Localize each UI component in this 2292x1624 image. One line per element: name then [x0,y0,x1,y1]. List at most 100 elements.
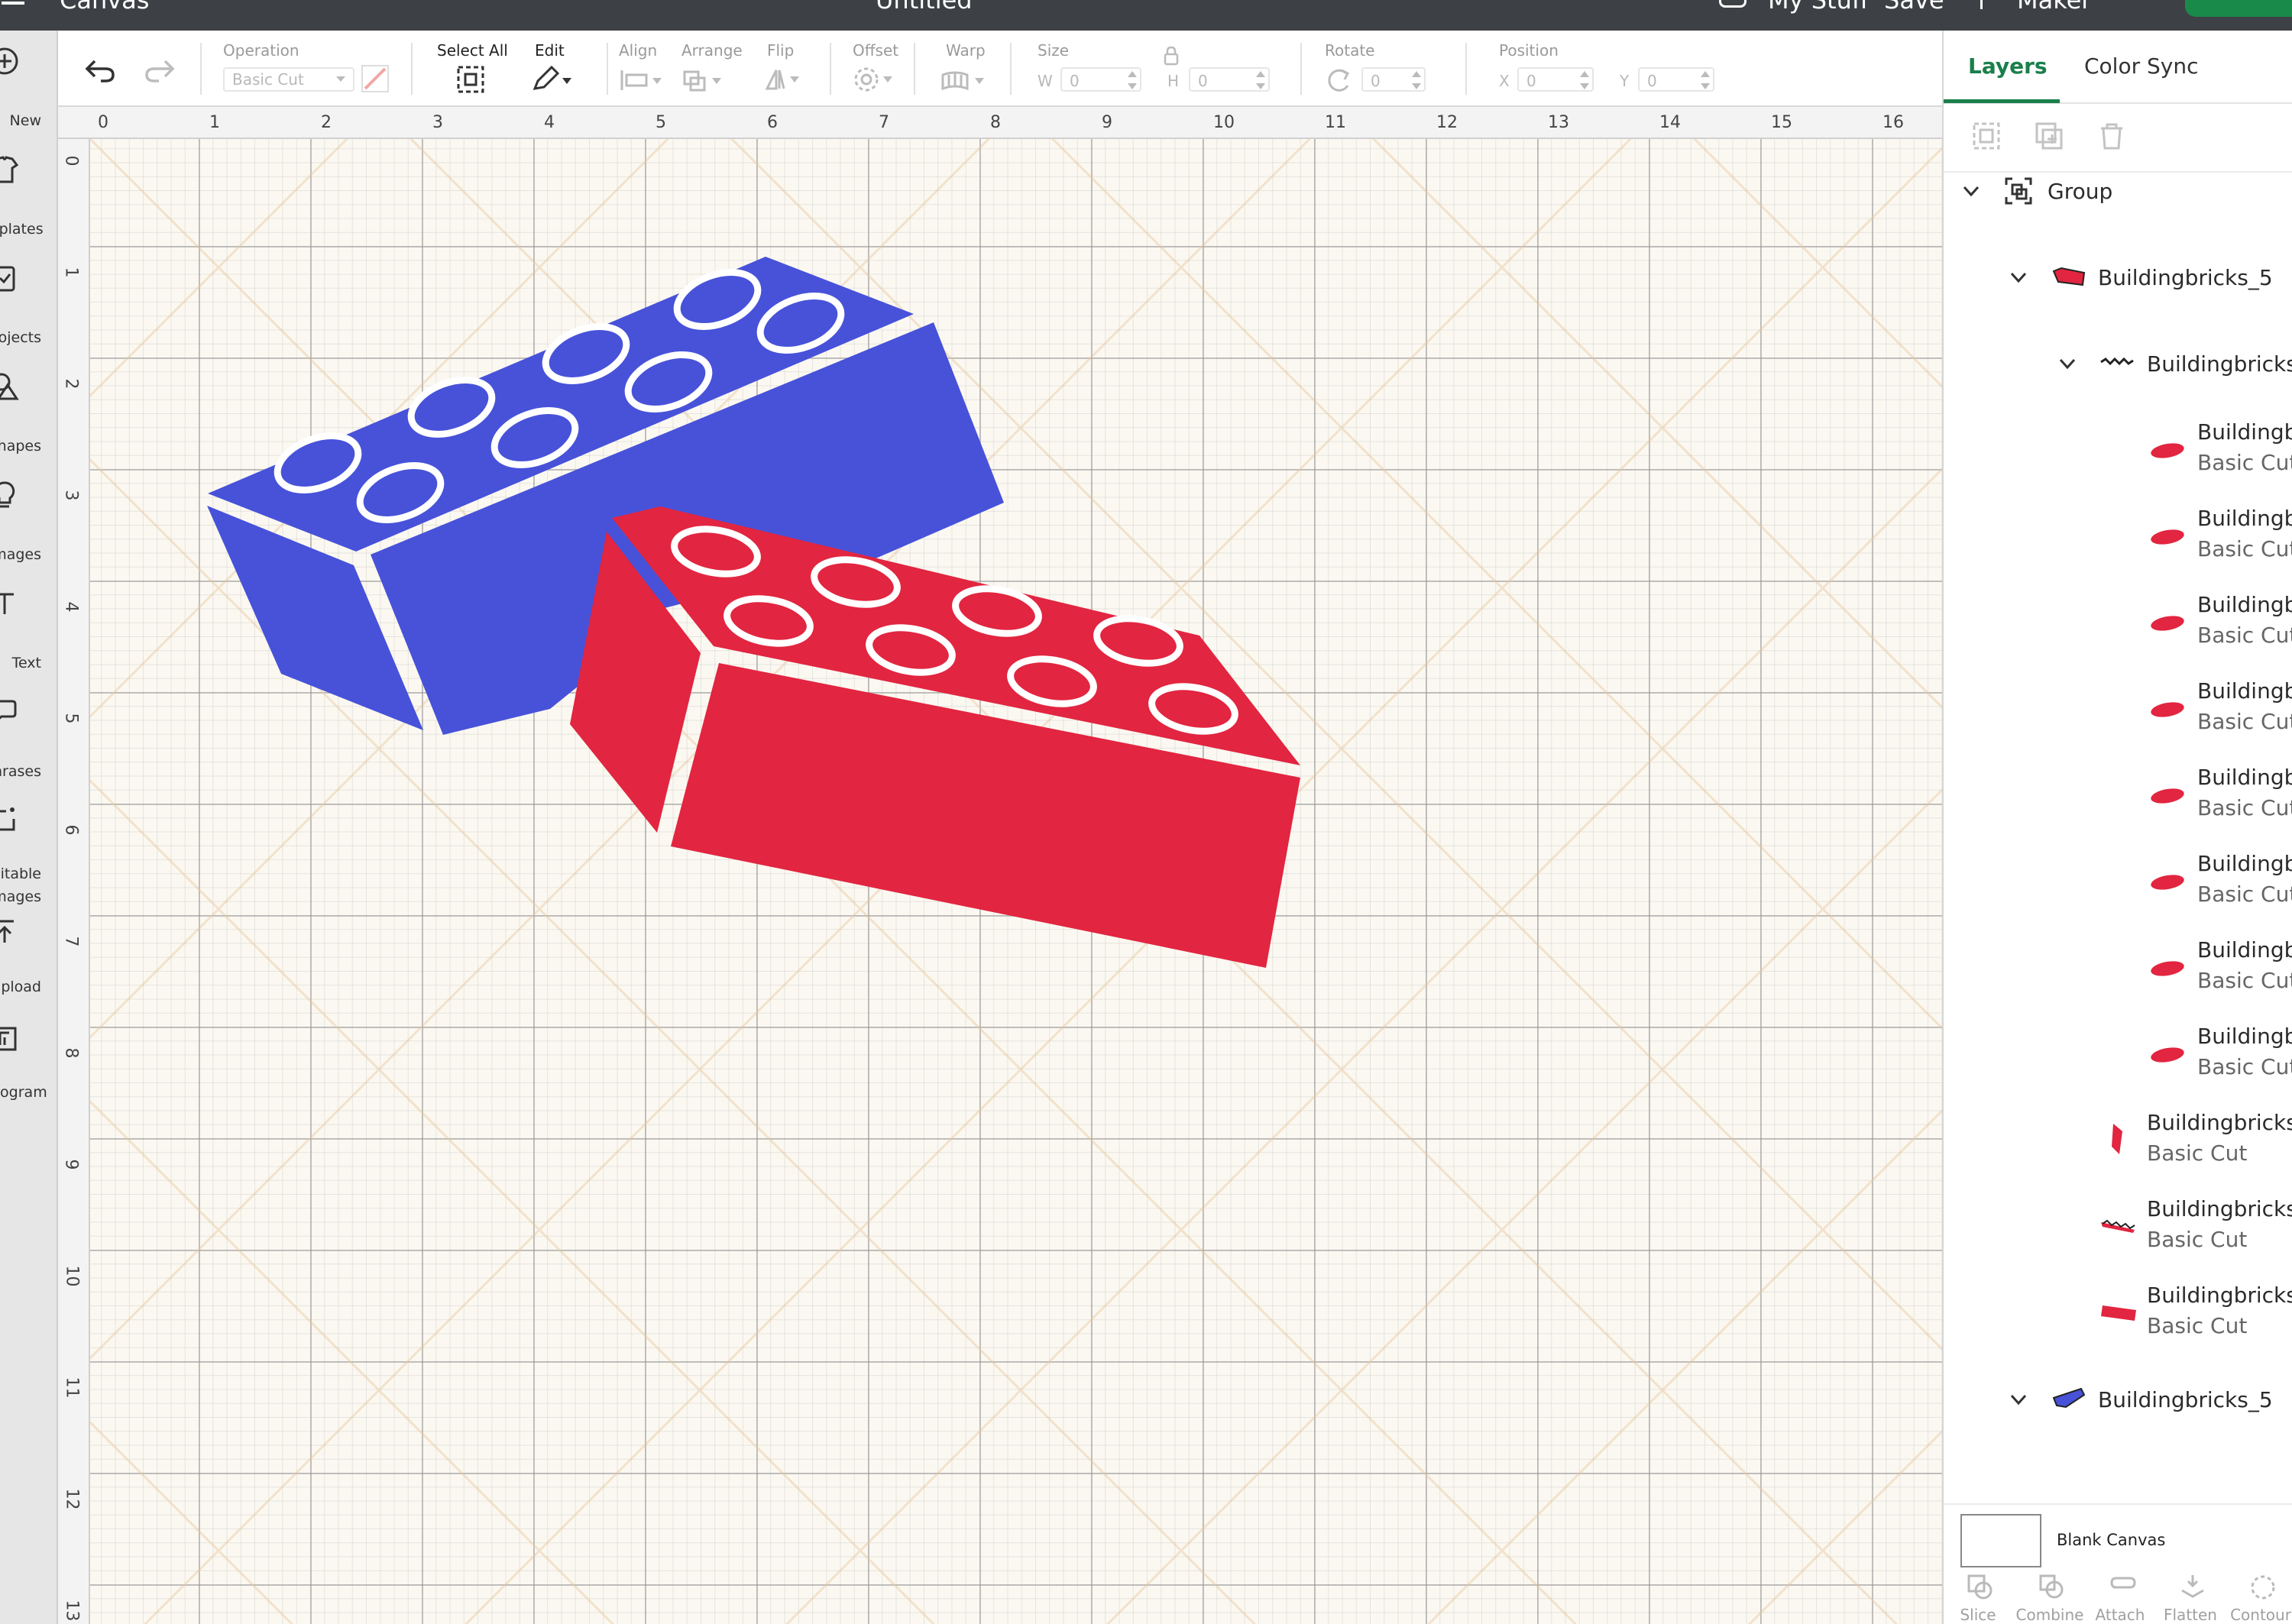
layer-row-stud[interactable]: Buildingb Basic Cut [1944,842,2292,928]
ruler-label: 9 [61,1159,81,1170]
select-all-icon [457,66,484,93]
blank-canvas-row[interactable]: Blank Canvas [1944,1503,2292,1572]
size-label: Size [1038,41,1070,60]
layer-row-stud[interactable]: Buildingb Basic Cut [1944,755,2292,842]
chevron-down-icon[interactable] [2057,353,2078,374]
nav-editable-images[interactable]: Editable Images [0,804,57,905]
attach-button[interactable]: Attach [2086,1572,2154,1624]
operation-value: Basic Cut [232,70,304,89]
nav-label: Editable [0,865,41,882]
layer-name: Buildingb [2197,592,2292,617]
menu-icon[interactable] [2,0,24,5]
layer-row-stud[interactable]: Buildingb Basic Cut [1944,1014,2292,1101]
layer-row-stud[interactable]: Buildingb Basic Cut [1944,583,2292,669]
nav-shapes[interactable]: Shapes [0,371,57,471]
redo-icon[interactable] [142,57,176,84]
clipboard-icon [0,266,15,292]
flatten-button[interactable]: Flatten [2156,1572,2225,1624]
material-color-swatch[interactable] [361,64,390,93]
warp-label: Warp [946,41,986,60]
stepper-icon[interactable] [1699,69,1711,92]
ruler-label: 6 [61,824,81,836]
select-all-label: Select All [437,41,508,60]
slice-button[interactable]: Slice [1944,1572,2012,1624]
ruler-label: 12 [1436,113,1458,132]
panel-tabs: Layers Color Sync [1944,31,2292,104]
nav-upload[interactable]: Upload [0,917,57,1016]
blank-canvas-swatch[interactable] [1960,1514,2041,1567]
layers-panel: Layers Color Sync Group Buildingbricks_5… [1942,31,2292,1624]
shirt-icon [0,156,19,183]
chevron-down-icon[interactable] [2008,1389,2029,1410]
layer-row-side-face[interactable]: Buildingbricks Basic Cut [1944,1101,2292,1187]
blue-brick-side-face[interactable] [207,506,423,730]
nav-phrases[interactable]: Phrases [0,697,57,796]
nav-images[interactable]: Images [0,480,57,579]
make-it-button[interactable] [2185,0,2292,17]
red-brick[interactable] [570,506,1300,968]
nav-monogram[interactable]: Monogram [0,1024,57,1123]
layer-row-front-face[interactable]: Buildingbricks Basic Cut [1944,1273,2292,1360]
layer-row-stud[interactable]: Buildingb Basic Cut [1944,928,2292,1014]
my-stuff-link[interactable]: My Stuff [1768,0,1869,17]
position-label: Position [1499,41,1559,60]
tab-layers[interactable]: Layers [1968,53,2048,79]
combine-button[interactable]: Combine [2015,1572,2084,1624]
layer-row-group[interactable]: Group [1944,174,2292,238]
left-sidebar: New Templates Projects Shapes Images Tex… [0,31,58,1624]
offset-icon [854,67,892,92]
layer-operation: Basic Cut [2197,795,2292,820]
canvas-artwork [207,257,1300,968]
layer-name: Buildingbricks [2147,1196,2292,1221]
stepper-icon[interactable] [1578,69,1591,92]
ruler-label: 6 [767,113,778,132]
design-canvas[interactable]: 0 1 2 3 4 5 6 7 8 9 10 11 12 13 14 15 16… [58,107,1942,1624]
nav-templates[interactable]: Templates [0,154,57,254]
shapes-icon [0,373,19,400]
chevron-down-icon[interactable] [2008,267,2029,288]
chevron-down-icon[interactable] [1960,180,1982,202]
ruler-label: 13 [62,1600,82,1622]
ruler-label: 4 [61,601,81,613]
nav-label: Phrases [0,763,41,780]
nav-projects[interactable]: Projects [0,263,57,362]
stud-thumbnail [2151,443,2184,458]
undo-icon[interactable] [84,57,118,84]
save-button[interactable]: Save [1884,0,1944,17]
x-label: X [1499,72,1510,90]
nav-label: Images [0,888,41,905]
layer-row-stud[interactable]: Buildingb Basic Cut [1944,410,2292,497]
active-tab-indicator [1944,99,2060,103]
download-icon[interactable] [1719,0,1747,8]
width-value: 0 [1070,72,1080,90]
stud-thumbnail [2151,616,2184,631]
nav-new[interactable]: New [0,46,57,145]
layer-row-stud[interactable]: Buildingb Basic Cut [1944,497,2292,583]
action-label: Attach [2095,1606,2145,1624]
duplicate-icon[interactable] [2034,121,2064,151]
layer-row-top-face[interactable]: Buildingbricks Basic Cut [1944,1187,2292,1273]
stepper-icon[interactable] [1126,69,1138,92]
ruler-label: 11 [62,1377,82,1399]
layer-row-subgroup[interactable]: Buildingbricks [1944,324,2292,410]
layer-name: Buildingb [2197,937,2292,962]
lock-icon[interactable] [1163,46,1180,66]
tab-color-sync[interactable]: Color Sync [2084,53,2199,79]
divider [830,43,831,95]
layer-row-stud[interactable]: Buildingb Basic Cut [1944,669,2292,755]
layer-row-brick-group[interactable]: Buildingbricks_5 [1944,1360,2292,1446]
nav-label: New [9,112,41,129]
layer-row-brick-group[interactable]: Buildingbricks_5 [1944,238,2292,324]
stepper-icon[interactable] [1410,69,1423,92]
stepper-icon[interactable] [1254,69,1267,92]
nav-text[interactable]: Text [0,588,57,687]
rotate-icon [1328,69,1350,92]
group-icon[interactable] [1971,121,2002,151]
document-title[interactable]: Untitled [876,0,973,17]
trash-icon[interactable] [2096,121,2127,151]
blank-canvas-label: Blank Canvas [2057,1531,2166,1549]
machine-selector[interactable]: Maker [2017,0,2091,17]
text-icon [0,593,14,614]
contour-button[interactable]: Contour [2226,1572,2292,1624]
layer-operation: Basic Cut [2147,1227,2248,1252]
